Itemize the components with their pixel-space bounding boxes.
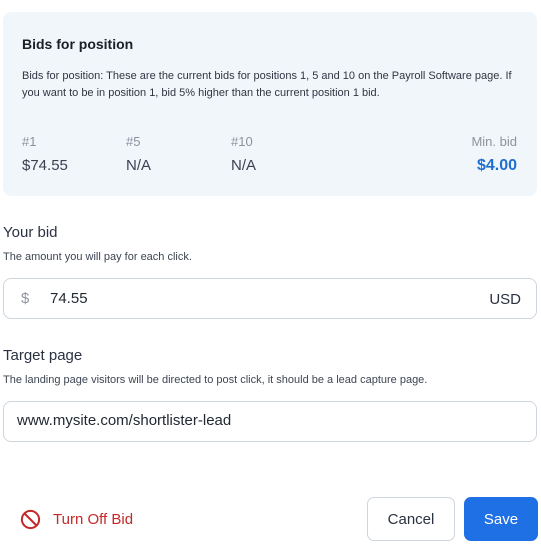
your-bid-help: The amount you will pay for each click. [3, 251, 192, 263]
bid-amount-value[interactable]: 74.55 [50, 290, 88, 307]
your-bid-title: Your bid [3, 224, 58, 241]
bids-for-position-card: Bids for position Bids for position: The… [3, 12, 537, 196]
turn-off-bid-button[interactable]: Turn Off Bid [20, 507, 133, 531]
currency-unit: USD [489, 291, 521, 308]
currency-symbol: $ [21, 290, 30, 307]
bid-amount-input[interactable]: $ 74.55 USD [3, 278, 537, 319]
target-page-title: Target page [3, 347, 83, 364]
card-title: Bids for position [22, 36, 134, 52]
target-page-url[interactable]: www.mysite.com/shortlister-lead [17, 412, 231, 429]
target-page-input[interactable]: www.mysite.com/shortlister-lead [3, 401, 537, 442]
save-button[interactable]: Save [464, 497, 538, 541]
cancel-button[interactable]: Cancel [367, 497, 455, 541]
position-10-label: #10 [231, 134, 253, 149]
position-5-value: N/A [126, 157, 152, 174]
min-bid-value: $4.00 [476, 157, 517, 174]
position-10-value: N/A [231, 157, 257, 174]
target-page-help: The landing page visitors will be direct… [3, 374, 428, 386]
turn-off-bid-label: Turn Off Bid [53, 510, 134, 528]
position-1-value: $74.55 [22, 157, 68, 174]
prohibited-icon [20, 509, 41, 530]
position-1-label: #1 [22, 134, 37, 149]
card-description: Bids for position: These are the current… [22, 70, 512, 99]
min-bid-label: Min. bid [471, 134, 517, 149]
position-5-label: #5 [126, 134, 141, 149]
